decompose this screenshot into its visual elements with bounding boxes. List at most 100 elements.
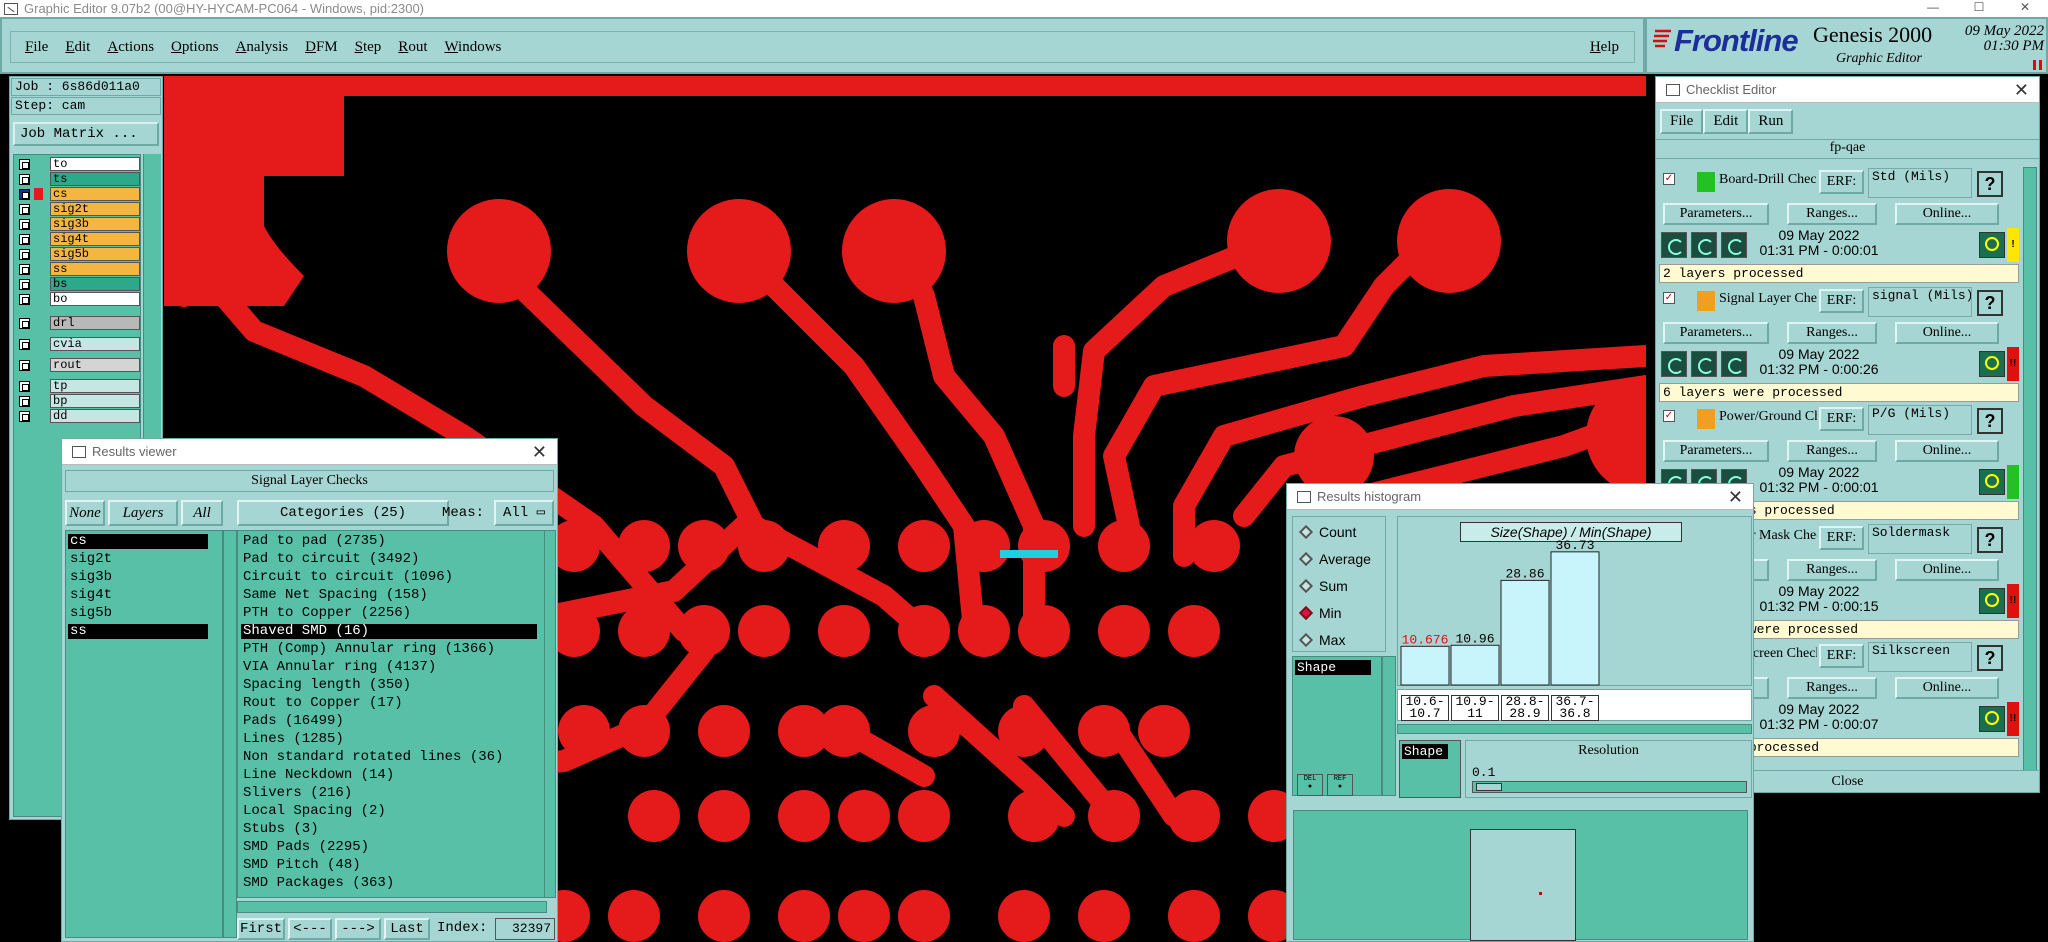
layer-checkbox[interactable] <box>19 294 30 305</box>
erf-button[interactable]: ERF: <box>1819 288 1864 313</box>
layer-name[interactable]: tp <box>50 379 140 393</box>
layer-row[interactable]: tp <box>14 379 142 393</box>
online-button[interactable]: Online... <box>1895 558 1999 581</box>
layer-name[interactable]: sig5b <box>50 247 140 261</box>
online-button[interactable]: Online... <box>1895 321 1999 344</box>
check-enable-checkbox[interactable]: ✓ <box>1663 410 1675 422</box>
menu-file[interactable]: File <box>25 39 48 56</box>
mode-radio[interactable]: Count <box>1298 523 1385 543</box>
menu-edit[interactable]: Edit <box>65 39 90 56</box>
results-category-item[interactable]: Lines (1285) <box>241 732 537 747</box>
ranges-button[interactable]: Ranges... <box>1787 203 1877 225</box>
check-enable-checkbox[interactable]: ✓ <box>1663 173 1675 185</box>
layer-row[interactable]: cvia <box>14 337 142 351</box>
zoom-results-icon[interactable] <box>1979 706 2005 732</box>
check-enable-checkbox[interactable]: ✓ <box>1663 291 1675 304</box>
results-layer-item[interactable]: sig2t <box>68 552 208 567</box>
online-button[interactable]: Online... <box>1895 440 1999 462</box>
results-category-item[interactable]: PTH (Comp) Annular ring (1366) <box>241 642 537 657</box>
layers-scrollbar[interactable] <box>223 530 237 938</box>
categories-hscrollbar[interactable] <box>237 901 547 913</box>
layer-name[interactable]: ss <box>50 262 140 276</box>
results-category-item[interactable]: Same Net Spacing (158) <box>241 588 537 603</box>
zoom-results-icon[interactable] <box>1979 232 2005 258</box>
help-icon[interactable]: ? <box>1977 171 2003 197</box>
histogram-hscrollbar[interactable] <box>1397 724 1752 734</box>
ranges-button[interactable]: Ranges... <box>1787 677 1877 699</box>
menu-actions[interactable]: Actions <box>107 39 154 56</box>
layer-row[interactable]: ts <box>14 172 142 186</box>
layer-name[interactable]: dd <box>50 409 140 423</box>
layer-name[interactable]: cs <box>50 187 140 201</box>
results-category-item[interactable]: Pads (16499) <box>241 714 537 729</box>
layer-name[interactable]: to <box>50 157 140 171</box>
menu-rout[interactable]: Rout <box>398 39 427 56</box>
zoom-results-icon[interactable] <box>1979 350 2005 377</box>
resolution-slider[interactable] <box>1472 781 1747 793</box>
mode-radio[interactable]: Average <box>1298 550 1385 570</box>
shape-list-scrollbar[interactable] <box>1382 656 1396 796</box>
results-category-item[interactable]: Pad to pad (2735) <box>241 534 537 549</box>
checklist-menu-file[interactable]: File <box>1660 108 1704 134</box>
zoom-results-icon[interactable] <box>1979 587 2005 614</box>
layer-checkbox[interactable] <box>19 159 30 170</box>
mode-radio[interactable]: Max <box>1298 631 1385 651</box>
layer-checkbox[interactable] <box>19 219 30 230</box>
layer-checkbox[interactable] <box>19 339 30 350</box>
all-button[interactable]: All <box>181 500 223 526</box>
help-icon[interactable]: ? <box>1977 289 2003 316</box>
parameters-button[interactable]: Parameters... <box>1663 440 1769 462</box>
refresh-icon[interactable]: REF ● <box>1327 774 1353 796</box>
menu-dfm[interactable]: DFM <box>305 39 338 56</box>
parameters-button[interactable]: Parameters... <box>1663 321 1769 344</box>
erf-value[interactable]: P/G (Mils) <box>1868 405 1972 435</box>
shape-selector[interactable]: Shape <box>1399 740 1461 798</box>
menu-windows[interactable]: Windows <box>444 39 501 56</box>
layer-checkbox[interactable] <box>19 396 30 407</box>
results-layer-item[interactable]: cs <box>68 534 208 549</box>
layer-name[interactable]: bo <box>50 292 140 306</box>
results-category-item[interactable]: VIA Annular ring (4137) <box>241 660 537 675</box>
layer-name[interactable]: ts <box>50 172 140 186</box>
run-icon[interactable] <box>1661 350 1687 377</box>
layer-name[interactable]: sig2t <box>50 202 140 216</box>
shape-list-item[interactable]: Shape <box>1295 660 1371 675</box>
prev-button[interactable]: <--- <box>288 918 332 940</box>
histogram-bar[interactable] <box>1500 579 1550 686</box>
close-icon[interactable]: ✕ <box>532 442 547 463</box>
ranges-button[interactable]: Ranges... <box>1787 321 1877 344</box>
layer-name[interactable]: cvia <box>50 337 140 351</box>
layer-row[interactable]: drl <box>14 316 142 330</box>
layer-checkbox[interactable] <box>19 411 30 422</box>
run-all-icon[interactable] <box>1721 232 1747 258</box>
layer-row[interactable]: rout <box>14 358 142 372</box>
checklist-editor-titlebar[interactable]: Checklist Editor ✕ <box>1656 77 2039 103</box>
histogram-titlebar[interactable]: Results histogram ✕ <box>1287 484 1753 510</box>
close-icon[interactable]: ✕ <box>1728 487 1743 508</box>
results-category-item[interactable]: Spacing length (350) <box>241 678 537 693</box>
layer-name[interactable]: sig3b <box>50 217 140 231</box>
help-icon[interactable]: ? <box>1977 408 2003 434</box>
results-category-item[interactable]: SMD Pads (2295) <box>241 840 537 855</box>
layer-checkbox[interactable] <box>19 318 30 329</box>
menu-step[interactable]: Step <box>355 39 382 56</box>
erf-button[interactable]: ERF: <box>1819 170 1864 194</box>
layer-row[interactable]: sig2t <box>14 202 142 216</box>
layer-checkbox[interactable] <box>19 381 30 392</box>
layer-row[interactable]: sig3b <box>14 217 142 231</box>
layer-checkbox[interactable] <box>19 174 30 185</box>
layer-checkbox[interactable] <box>19 249 30 260</box>
layer-checkbox[interactable] <box>19 189 30 200</box>
results-category-item[interactable]: Local Spacing (2) <box>241 804 537 819</box>
close-button[interactable]: ✕ <box>2002 0 2048 17</box>
slider-thumb[interactable] <box>1476 783 1502 791</box>
results-category-item[interactable]: Pad to circuit (3492) <box>241 552 537 567</box>
results-category-item[interactable]: Circuit to circuit (1096) <box>241 570 537 585</box>
next-button[interactable]: ---> <box>335 918 381 940</box>
close-icon[interactable]: ✕ <box>2014 80 2029 101</box>
checklist-scrollbar[interactable] <box>2023 167 2037 771</box>
layer-checkbox[interactable] <box>19 204 30 215</box>
results-layer-item[interactable]: sig4t <box>68 588 208 603</box>
layer-checkbox[interactable] <box>19 360 30 371</box>
radio-diamond-icon[interactable] <box>1298 578 1314 594</box>
